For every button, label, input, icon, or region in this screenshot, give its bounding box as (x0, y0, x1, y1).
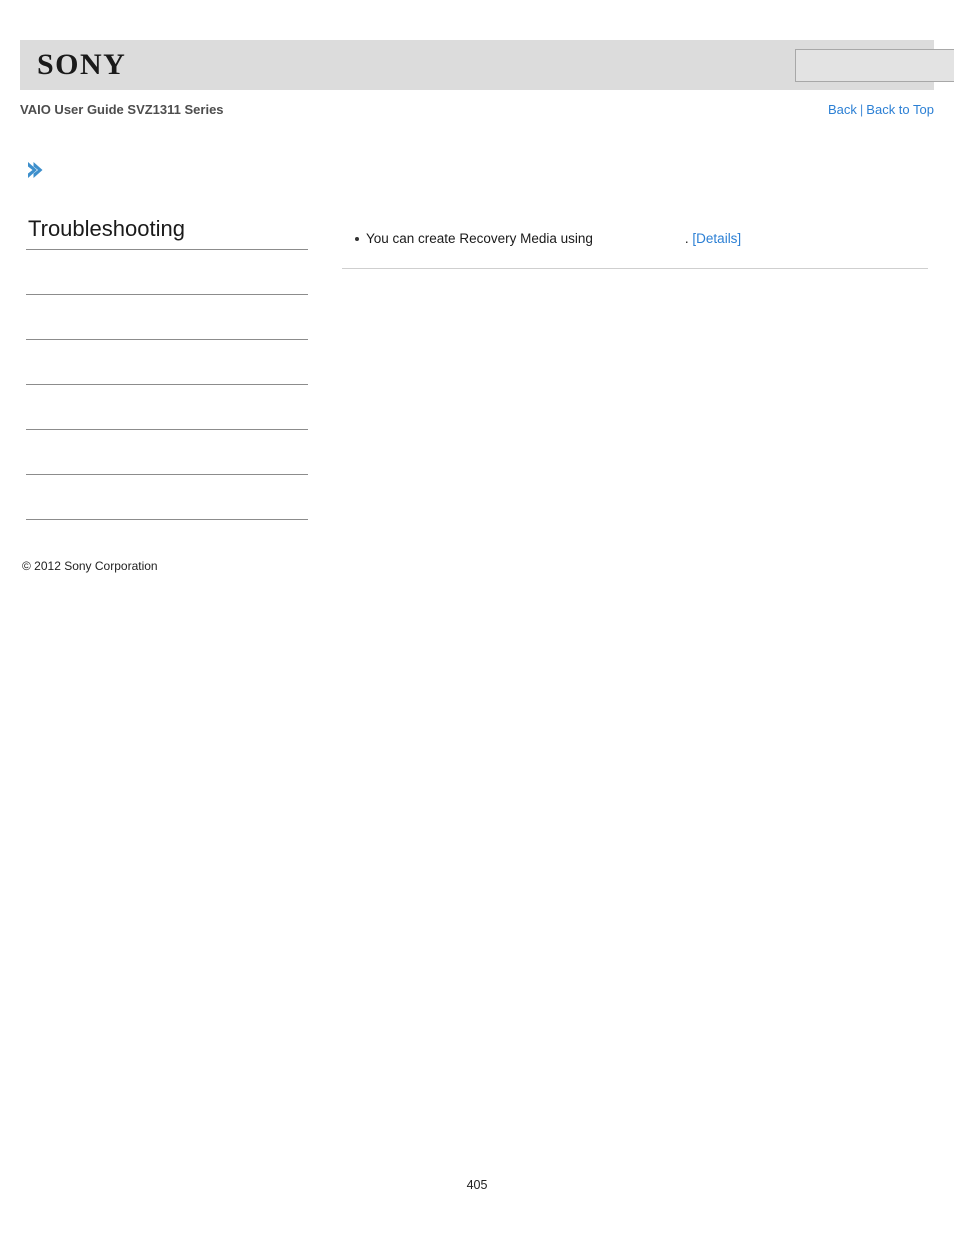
chevron-right-icon (25, 160, 43, 180)
breadcrumb (20, 158, 934, 184)
site-header: SONY (20, 40, 954, 90)
sidebar-title: Troubleshooting (26, 215, 308, 250)
main-content: You can create Recovery Media using. [De… (342, 228, 928, 277)
sidebar-item-3[interactable] (26, 340, 308, 385)
search-input[interactable] (795, 49, 954, 82)
sidebar-item-4[interactable] (26, 385, 308, 430)
content-divider (342, 268, 928, 269)
back-link[interactable]: Back (828, 102, 857, 117)
list-item: You can create Recovery Media using. [De… (342, 228, 928, 250)
nav-separator: | (859, 102, 864, 117)
details-link[interactable]: [Details] (692, 231, 741, 246)
sidebar-item-6[interactable] (26, 475, 308, 520)
sidebar-item-1[interactable] (26, 250, 308, 295)
sidebar-item-2[interactable] (26, 295, 308, 340)
sidebar: Troubleshooting (26, 215, 308, 520)
page-title: VAIO User Guide SVZ1311 Series (20, 102, 224, 117)
page-number: 405 (466, 1178, 488, 1192)
bullet-text-before: You can create Recovery Media using (366, 231, 593, 246)
sub-header: VAIO User Guide SVZ1311 Series Back | Back… (20, 100, 934, 122)
bullet-text-after: . (684, 231, 689, 246)
copyright-notice: © 2012 Sony Corporation (22, 559, 158, 573)
sidebar-item-5[interactable] (26, 430, 308, 475)
header-nav: Back | Back to Top (828, 100, 934, 120)
search-box (795, 49, 954, 82)
content-bullet-list: You can create Recovery Media using. [De… (342, 228, 928, 250)
sony-logo: SONY (37, 48, 127, 81)
back-to-top-link[interactable]: Back to Top (866, 102, 934, 117)
